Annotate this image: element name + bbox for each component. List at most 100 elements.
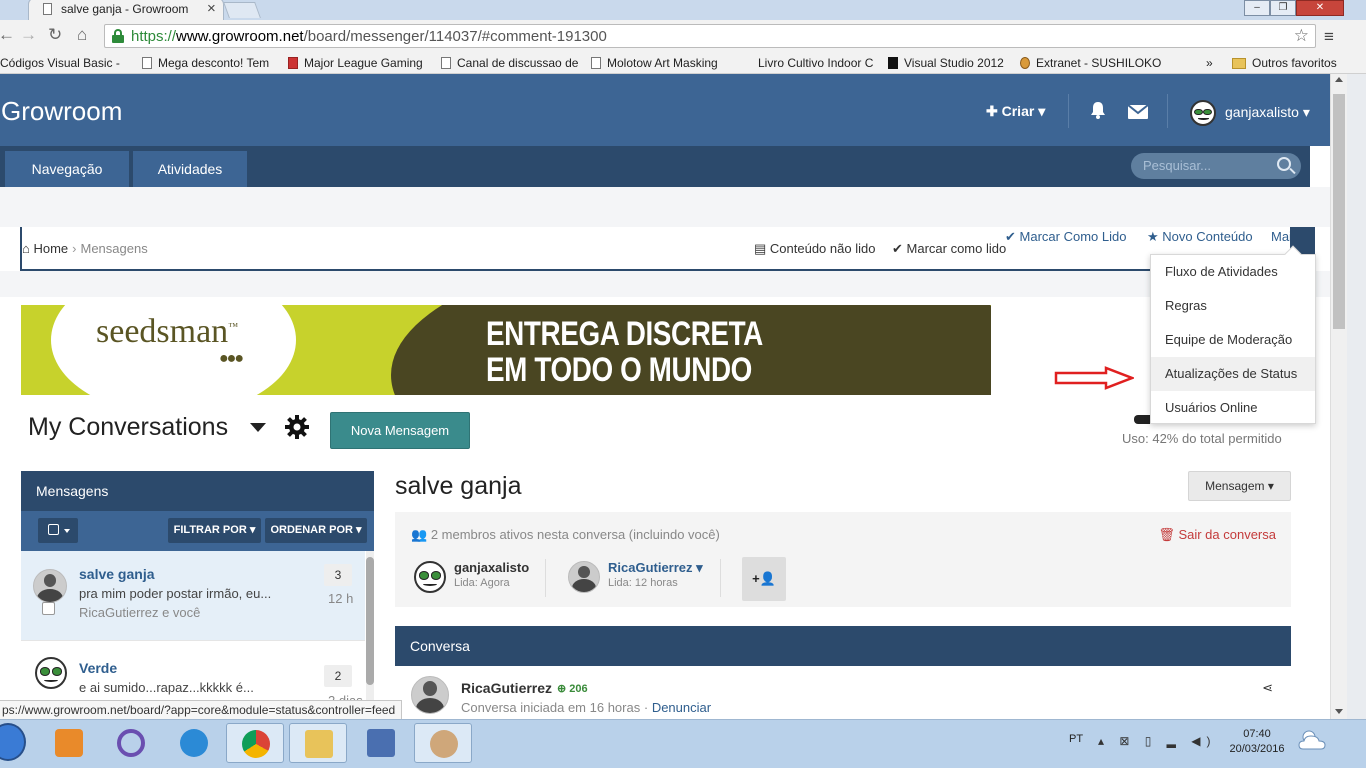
- member-name[interactable]: ganjaxalisto: [454, 560, 529, 575]
- menu-item-moderacao[interactable]: Equipe de Moderação: [1151, 323, 1315, 357]
- bookmark-star-icon[interactable]: ☆: [1294, 26, 1309, 46]
- address-bar[interactable]: https://www.growroom.net/board/messenger…: [104, 24, 1316, 48]
- new-tab-button[interactable]: [223, 2, 261, 18]
- taskbar-explorer[interactable]: [289, 723, 347, 763]
- author-avatar[interactable]: [411, 676, 449, 714]
- user-menu[interactable]: ganjaxalisto ▾: [1225, 104, 1310, 121]
- language-indicator[interactable]: PT: [1069, 733, 1083, 745]
- user-avatar: [35, 657, 67, 689]
- conversation-title[interactable]: Verde: [79, 660, 117, 676]
- plus-icon: ✚: [986, 103, 1002, 119]
- menu-item-online-users[interactable]: Usuários Online: [1151, 391, 1315, 425]
- search-icon[interactable]: [1277, 157, 1291, 171]
- post-meta: Conversa iniciada em 16 horas · Denuncia…: [461, 700, 712, 715]
- breadcrumb: ⌂ Home › Mensagens: [22, 241, 148, 256]
- bookmark-item[interactable]: Molotow Art Masking: [591, 56, 718, 70]
- select-all-dropdown[interactable]: [38, 518, 78, 543]
- bookmark-item[interactable]: Livro Cultivo Indoor C: [758, 56, 873, 70]
- more-menu-link[interactable]: Mai: [1271, 229, 1292, 244]
- bookmark-item[interactable]: Mega desconto! Tem: [142, 56, 269, 70]
- bookmark-item[interactable]: Visual Studio 2012: [888, 56, 1004, 70]
- mark-all-read-link[interactable]: ✔ Marcar Como Lido: [1005, 229, 1126, 245]
- member-read-status: Lida: Agora: [454, 577, 510, 589]
- check-icon: ✔: [892, 241, 907, 256]
- report-link[interactable]: Denunciar: [652, 700, 711, 715]
- notifications-bell-icon[interactable]: [1088, 100, 1108, 120]
- users-icon: 👥: [411, 527, 431, 542]
- system-clock[interactable]: 07:40 20/03/2016: [1224, 727, 1290, 757]
- close-window-button[interactable]: ✕: [1296, 0, 1344, 16]
- new-content-link[interactable]: ★ Novo Conteúdo: [1147, 229, 1253, 245]
- taskbar-media-player[interactable]: [40, 723, 98, 763]
- browser-menu-icon[interactable]: ≡: [1324, 27, 1334, 47]
- checkbox-icon: [48, 524, 59, 535]
- lock-icon: [112, 29, 124, 43]
- close-tab-icon[interactable]: ×: [207, 0, 216, 17]
- seedsman-banner-ad[interactable]: seedsman™ ●●● ENTREGA DISCRETA EM TODO O…: [21, 305, 991, 395]
- members-header: 👥 2 membros ativos nesta conversa (inclu…: [411, 527, 720, 542]
- forward-icon[interactable]: →: [20, 25, 37, 45]
- weather-icon[interactable]: [1295, 727, 1331, 753]
- maximize-button[interactable]: ❐: [1270, 0, 1296, 16]
- member-name[interactable]: RicaGutierrez ▾: [608, 560, 703, 576]
- bookmarks-bar: Códigos Visual Basic - Mega desconto! Te…: [0, 52, 1366, 74]
- page-title[interactable]: My Conversations: [28, 413, 228, 442]
- tab-title: salve ganja - Growroom: [61, 2, 189, 16]
- bookmarks-overflow-icon[interactable]: »: [1206, 56, 1213, 70]
- create-menu-button[interactable]: ✚ Criar ▾: [986, 103, 1045, 120]
- reply-count-badge: 3: [324, 564, 352, 586]
- tab-navegacao[interactable]: Navegação: [5, 151, 129, 187]
- banner-brand: seedsman™: [96, 313, 238, 350]
- taskbar-visual-studio[interactable]: [102, 723, 160, 763]
- back-icon[interactable]: ←: [0, 25, 15, 45]
- sort-by-button[interactable]: ORDENAR POR ▾: [265, 518, 367, 543]
- reputation-badge: ⊕ 206: [557, 683, 588, 695]
- message-actions-button[interactable]: Mensagem ▾: [1188, 471, 1291, 501]
- window-icon: ▤: [754, 241, 770, 256]
- unread-content-link[interactable]: ▤ Conteúdo não lido: [754, 241, 875, 257]
- user-avatar[interactable]: [1190, 100, 1216, 126]
- minimize-button[interactable]: ‒: [1244, 0, 1270, 16]
- new-message-button[interactable]: Nova Mensagem: [330, 412, 470, 449]
- taskbar-chrome[interactable]: [226, 723, 284, 763]
- bookmark-item[interactable]: Canal de discussao de: [441, 56, 578, 70]
- gear-icon[interactable]: [284, 414, 310, 440]
- bookmark-item[interactable]: Major League Gaming: [288, 56, 423, 70]
- mark-read-link[interactable]: ✔ Marcar como lido: [892, 241, 1006, 257]
- conversation-checkbox[interactable]: [42, 602, 55, 615]
- conversation-title[interactable]: salve ganja: [79, 566, 155, 582]
- home-icon[interactable]: ⌂: [77, 25, 87, 45]
- breadcrumb-home[interactable]: Home: [33, 241, 68, 256]
- site-logo[interactable]: Growroom: [1, 96, 122, 127]
- page-scrollbar[interactable]: [1330, 74, 1347, 719]
- add-member-button[interactable]: +👤: [742, 557, 786, 601]
- tray-icons[interactable]: ▴ ⊠ ▯ ▂ ◀): [1098, 734, 1216, 748]
- other-bookmarks[interactable]: Outros favoritos: [1232, 56, 1337, 70]
- list-scrollbar[interactable]: [366, 551, 374, 721]
- leave-conversation-link[interactable]: 🗑 Sair da conversa: [1158, 527, 1276, 543]
- conversation-title: salve ganja: [395, 472, 522, 500]
- banner-line-2: EM TODO O MUNDO: [486, 351, 752, 389]
- caret-down-icon: ▾: [1034, 103, 1046, 119]
- caret-down-icon: ▾: [1298, 104, 1310, 120]
- conversation-list-item[interactable]: salve ganja pra mim poder postar irmão, …: [21, 551, 365, 641]
- menu-item-fluxo[interactable]: Fluxo de Atividades: [1151, 255, 1315, 289]
- tab-atividades[interactable]: Atividades: [133, 151, 247, 187]
- filter-by-button[interactable]: FILTRAR POR ▾: [168, 518, 261, 543]
- menu-item-status-updates[interactable]: Atualizações de Status: [1151, 357, 1315, 391]
- messages-envelope-icon[interactable]: [1128, 105, 1148, 119]
- post-author[interactable]: RicaGutierrez: [461, 680, 552, 696]
- bookmark-item[interactable]: Extranet - SUSHILOKO: [1020, 56, 1161, 70]
- taskbar-network-app[interactable]: [352, 723, 410, 763]
- menu-item-regras[interactable]: Regras: [1151, 289, 1315, 323]
- caret-down-icon[interactable]: [250, 423, 266, 432]
- bookmark-item[interactable]: Códigos Visual Basic -: [0, 56, 120, 70]
- taskbar-internet-explorer[interactable]: [165, 723, 223, 763]
- page-gap: [0, 271, 1330, 297]
- search-input[interactable]: Pesquisar...: [1131, 153, 1301, 179]
- reload-icon[interactable]: ↻: [48, 25, 62, 45]
- share-icon[interactable]: ⋖: [1262, 680, 1273, 696]
- user-avatar: [414, 561, 446, 593]
- browser-tab[interactable]: salve ganja - Growroom ×: [28, 0, 224, 20]
- taskbar-paint[interactable]: [414, 723, 472, 763]
